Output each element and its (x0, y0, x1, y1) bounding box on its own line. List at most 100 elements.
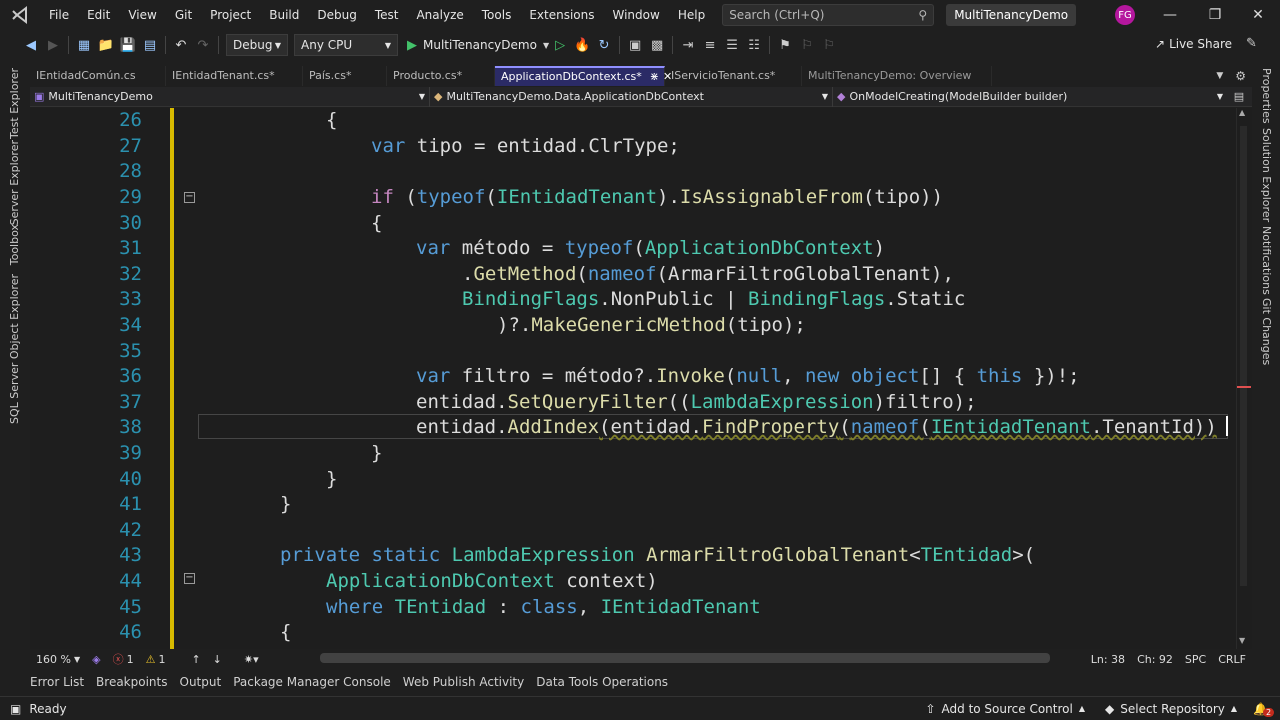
bookmark-icon[interactable]: ⚑ (774, 34, 796, 56)
tab-breakpoints[interactable]: Breakpoints (90, 675, 173, 689)
forward-icon[interactable]: ▶ (42, 34, 64, 56)
token: [] { (919, 365, 977, 387)
avatar[interactable]: FG (1115, 5, 1135, 25)
menu-extensions[interactable]: Extensions (520, 0, 603, 30)
git-changes-tab[interactable]: Git Changes (1260, 298, 1273, 365)
test-explorer-tab[interactable]: Test Explorer (8, 68, 21, 139)
prev-issue-icon[interactable]: ↑ (185, 653, 206, 666)
server-explorer-tab[interactable]: Server Explorer (8, 140, 21, 225)
code-editor[interactable]: 26 27 28 29 30 31 32 33 34 35 36 37 38 3… (30, 108, 1252, 649)
window-icon[interactable]: ▣ (624, 34, 646, 56)
search-input[interactable]: Search (Ctrl+Q) ⚲ (722, 4, 935, 26)
tab-web-publish-activity[interactable]: Web Publish Activity (397, 675, 530, 689)
zoom-select[interactable]: 160 % ▼ (30, 653, 86, 666)
tab-ientidadtenant[interactable]: IEntidadTenant.cs* (166, 66, 303, 86)
tab-iserviciotenant[interactable]: IServicioTenant.cs* (665, 66, 802, 86)
tab-overview[interactable]: MultiTenancyDemo: Overview (802, 66, 992, 86)
menu-edit[interactable]: Edit (78, 0, 119, 30)
start-without-debug-icon[interactable]: ▷ (549, 34, 571, 56)
back-icon[interactable]: ◀ (20, 34, 42, 56)
menu-test[interactable]: Test (366, 0, 408, 30)
menu-project[interactable]: Project (201, 0, 260, 30)
menu-tools[interactable]: Tools (473, 0, 521, 30)
keyword: var (416, 237, 451, 259)
comment-icon[interactable]: ☰ (721, 34, 743, 56)
configuration-select[interactable]: Debug ▼ (226, 34, 288, 56)
minimize-icon[interactable]: — (1148, 0, 1192, 30)
warning-count[interactable]: ⚠ 1 (140, 653, 172, 666)
collapse-icon[interactable]: − (184, 573, 195, 584)
horizontal-scrollbar[interactable] (320, 653, 1050, 663)
vertical-scrollbar[interactable]: ▲ ▼ (1236, 108, 1251, 649)
notifications-icon[interactable]: 🔔 2 (1253, 702, 1275, 717)
save-all-icon[interactable]: ▤ (139, 34, 161, 56)
pin-icon[interactable]: ⋇ (650, 70, 659, 83)
token: . (462, 263, 474, 285)
refresh-icon[interactable]: ↻ (593, 34, 615, 56)
bookmark-next-icon[interactable]: ⚐ (818, 34, 840, 56)
type-dropdown[interactable]: ◆ MultiTenancyDemo.Data.ApplicationDbCon… (430, 87, 833, 107)
menu-view[interactable]: View (119, 0, 165, 30)
next-issue-icon[interactable]: ↓ (207, 653, 228, 666)
scroll-up-icon[interactable]: ▲ (1239, 108, 1245, 117)
token: ( (485, 186, 497, 208)
menu-window[interactable]: Window (604, 0, 669, 30)
tab-error-list[interactable]: Error List (24, 675, 90, 689)
add-to-source-control[interactable]: ⇧ Add to Source Control ▲ (925, 702, 1085, 716)
token: })!; (1022, 365, 1080, 387)
uncomment-icon[interactable]: ☷ (743, 34, 765, 56)
bookmark-prev-icon[interactable]: ⚐ (796, 34, 818, 56)
member-dropdown[interactable]: ◆ OnModelCreating(ModelBuilder builder) … (833, 87, 1227, 107)
settings-icon[interactable]: ⚙ (1229, 66, 1252, 86)
code-cleanup-icon[interactable]: ✷▾ (238, 653, 265, 666)
menu-help[interactable]: Help (669, 0, 714, 30)
keyword: this (976, 365, 1023, 387)
scroll-down-icon[interactable]: ▼ (1239, 636, 1245, 645)
menu-file[interactable]: File (40, 0, 78, 30)
open-folder-icon[interactable]: 📁 (95, 34, 117, 56)
select-repository[interactable]: ◆ Select Repository ▲ (1105, 702, 1237, 716)
column-indicator[interactable]: Ch: 92 (1131, 653, 1179, 666)
tab-applicationdbcontext[interactable]: ApplicationDbContext.cs* ⋇ ✕ (495, 66, 672, 86)
tab-list-dropdown-icon[interactable]: ▼ (1210, 66, 1229, 86)
tab-ientidadcomun[interactable]: IEntidadComún.cs (30, 66, 166, 86)
token: ( (724, 365, 737, 387)
menu-build[interactable]: Build (260, 0, 308, 30)
toolbox-tab[interactable]: Toolbox (8, 224, 21, 265)
tab-output[interactable]: Output (174, 675, 228, 689)
menu-debug[interactable]: Debug (308, 0, 365, 30)
save-icon[interactable]: 💾 (117, 34, 139, 56)
undo-icon[interactable]: ↶ (170, 34, 192, 56)
run-target-label[interactable]: MultiTenancyDemo (423, 38, 537, 52)
whitespace-indicator[interactable]: SPC (1179, 653, 1212, 666)
tab-producto[interactable]: Producto.cs* (387, 66, 495, 86)
error-count[interactable]: ⓧ 1 (107, 651, 140, 667)
tab-package-manager-console[interactable]: Package Manager Console (227, 675, 397, 689)
properties-tab[interactable]: Properties (1260, 68, 1273, 124)
split-icon[interactable]: ▤ (1227, 87, 1251, 106)
step-icon[interactable]: ⇥ (677, 34, 699, 56)
live-share-button[interactable]: ↗ Live Share (1155, 37, 1232, 51)
tab-pais[interactable]: País.cs* (303, 66, 387, 86)
health-icon[interactable]: ◈ (86, 653, 106, 666)
notifications-tab[interactable]: Notifications (1260, 226, 1273, 295)
collapse-icon[interactable]: − (184, 192, 195, 203)
hot-reload-icon[interactable]: 🔥 (571, 34, 593, 56)
line-indicator[interactable]: Ln: 38 (1085, 653, 1131, 666)
menu-analyze[interactable]: Analyze (407, 0, 472, 30)
platform-select[interactable]: Any CPU ▼ (294, 34, 398, 56)
project-dropdown[interactable]: ▣ MultiTenancyDemo ▼ (30, 87, 430, 107)
new-item-icon[interactable]: ▦ (73, 34, 95, 56)
close-icon[interactable]: ✕ (1236, 0, 1280, 30)
start-debug-icon[interactable]: ▶ (401, 34, 423, 56)
restore-icon[interactable]: ❐ (1193, 0, 1237, 30)
solution-explorer-tab[interactable]: Solution Explorer (1260, 128, 1273, 222)
line-ending-indicator[interactable]: CRLF (1212, 653, 1252, 666)
menu-git[interactable]: Git (166, 0, 201, 30)
redo-icon[interactable]: ↷ (192, 34, 214, 56)
feedback-icon[interactable]: ✎ (1246, 36, 1257, 51)
tab-data-tools-operations[interactable]: Data Tools Operations (530, 675, 674, 689)
align-icon[interactable]: ≡ (699, 34, 721, 56)
layout-icon[interactable]: ▩ (646, 34, 668, 56)
sql-server-object-explorer-tab[interactable]: SQL Server Object Explorer (8, 274, 21, 424)
